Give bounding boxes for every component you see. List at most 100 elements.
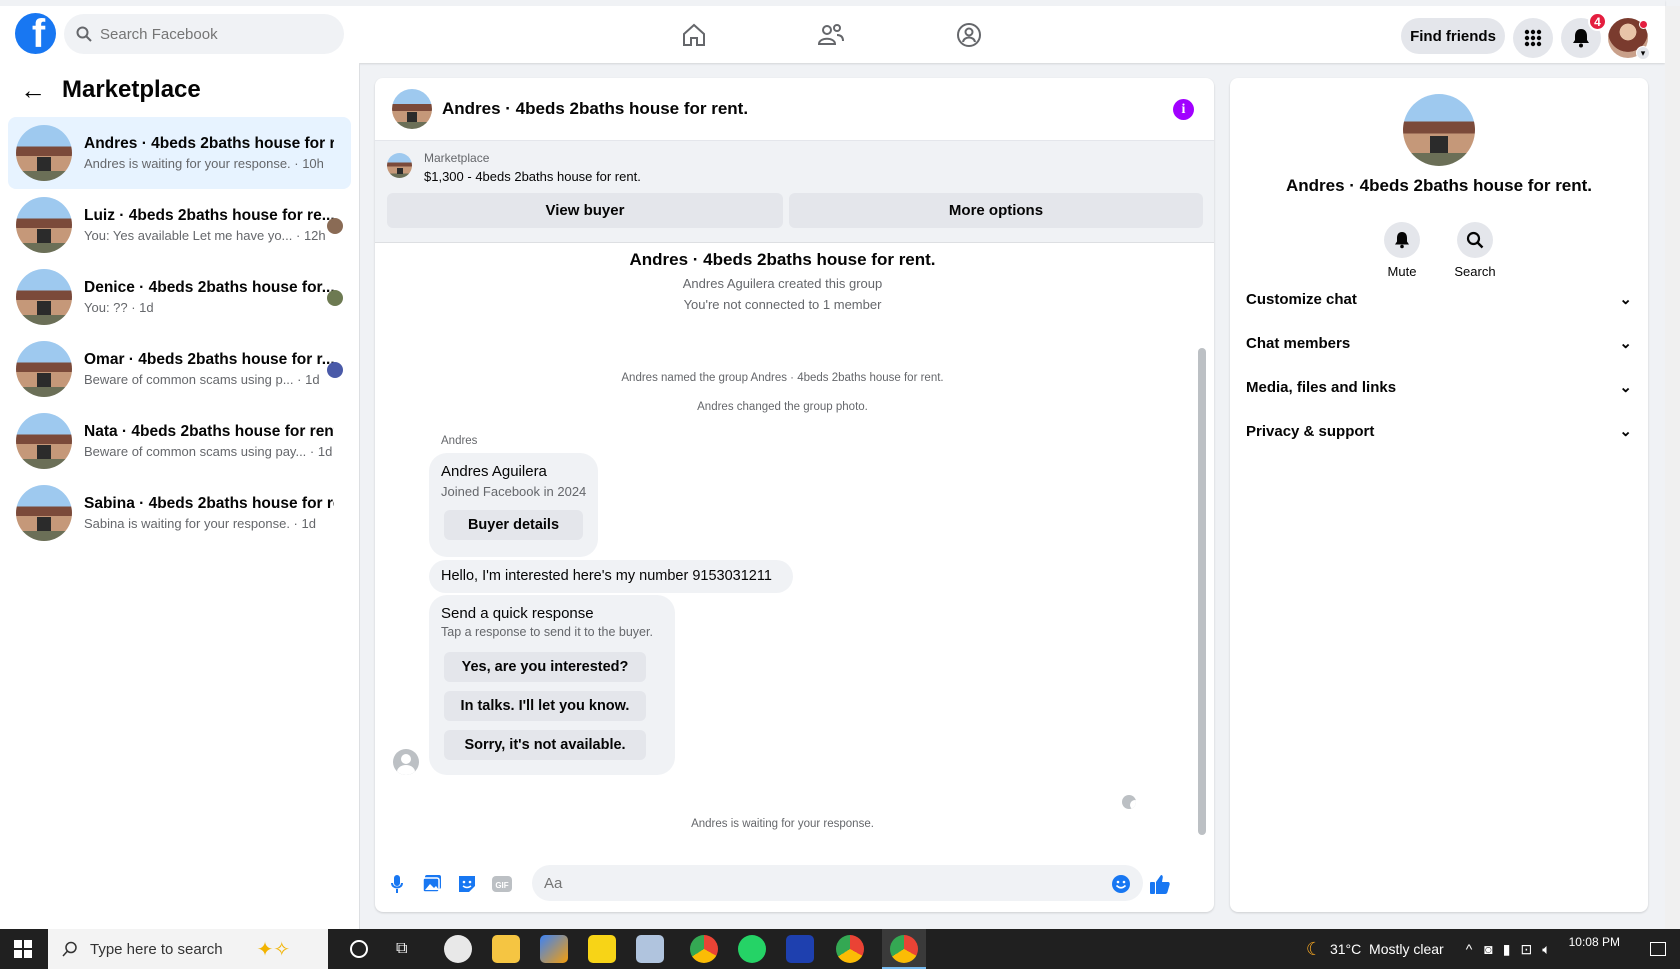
whatsapp-icon[interactable] <box>738 935 766 963</box>
conversation-details-panel: Andres · 4beds 2baths house for rent. Mu… <box>1230 78 1648 912</box>
group-created-note: Andres Aguilera created this group <box>682 276 883 291</box>
chat-members-row[interactable]: Chat members ⌄ <box>1246 323 1632 363</box>
facebook-logo[interactable]: f <box>15 13 56 54</box>
listing-thumbnail <box>16 485 72 541</box>
clock[interactable]: 10:08 PM <box>1569 935 1620 949</box>
chat-scrollbar[interactable] <box>1198 348 1206 835</box>
sender-name: Andres <box>441 435 478 447</box>
chevron-down-icon: ⌄ <box>1619 423 1632 440</box>
windows-taskbar: Type here to search ✦✧ ⧉ ☾ 31°C Mostly c… <box>0 929 1680 969</box>
quick-response-card: Send a quick response Tap a response to … <box>429 595 675 775</box>
media-files-links-row[interactable]: Media, files and links ⌄ <box>1246 367 1632 407</box>
chat-title[interactable]: Andres · 4beds 2baths house for rent. <box>442 99 748 119</box>
page-scrollbar[interactable] <box>1665 6 1680 929</box>
listing-thumbnail <box>16 197 72 253</box>
status-dot <box>1639 20 1648 29</box>
buyer-joined: Joined Facebook in 2024 <box>441 484 587 499</box>
privacy-support-row[interactable]: Privacy & support ⌄ <box>1246 411 1632 451</box>
read-receipt-avatar <box>327 218 343 234</box>
conversation-preview: Beware of common scams using p... · 1d <box>84 372 320 387</box>
row-label: Media, files and links <box>1246 378 1397 396</box>
cortana-icon[interactable] <box>350 940 368 958</box>
volume-icon[interactable]: 🔈︎ <box>1542 941 1550 958</box>
active-app-slot[interactable] <box>882 929 926 969</box>
menu-grid-button[interactable] <box>1513 18 1553 58</box>
details-title: Andres · 4beds 2baths house for rent. <box>1285 176 1593 195</box>
sticker-icon[interactable] <box>456 873 478 895</box>
message-input[interactable] <box>532 865 1143 901</box>
listing-thumbnail <box>16 125 72 181</box>
friends-icon[interactable] <box>816 20 846 50</box>
more-options-button[interactable]: More options <box>789 193 1203 228</box>
notifications-button[interactable]: 4 <box>1561 12 1607 58</box>
conversation-item[interactable]: Andres · 4beds 2baths house for r... Andr… <box>8 117 351 189</box>
weather-text[interactable]: 31°C Mostly clear <box>1330 941 1444 957</box>
marketplace-sidebar: ← Marketplace Andres · 4beds 2baths hous… <box>0 63 360 929</box>
view-buyer-button[interactable]: View buyer <box>387 193 783 228</box>
conversation-preview: Sabina is waiting for your response. · 1… <box>84 516 316 531</box>
home-icon[interactable] <box>679 20 709 50</box>
quick-reply-button[interactable]: Yes, are you interested? <box>444 652 646 682</box>
sticky-notes-icon[interactable] <box>588 935 616 963</box>
mute-label: Mute <box>1387 264 1417 279</box>
conversation-preview: You: ?? · 1d <box>84 300 154 315</box>
app-icon[interactable] <box>540 935 568 963</box>
emoji-icon[interactable] <box>1110 873 1132 895</box>
facebook-search-input[interactable] <box>100 25 320 43</box>
chrome-icon[interactable] <box>836 935 864 963</box>
mute-action[interactable]: Mute <box>1367 222 1437 279</box>
top-navigation-bar: f Find friends 4 ▾ <box>0 0 1665 63</box>
conversation-item[interactable]: Omar · 4beds 2baths house for r... Beware… <box>8 333 351 405</box>
conversation-title: Andres · 4beds 2baths house for r... <box>84 135 334 152</box>
chevron-down-icon: ⌄ <box>1619 379 1632 396</box>
chrome-icon[interactable] <box>690 935 718 963</box>
quick-response-title: Send a quick response <box>441 605 594 622</box>
find-friends-button[interactable]: Find friends <box>1401 18 1505 54</box>
app-icon[interactable] <box>786 935 814 963</box>
quick-reply-button[interactable]: Sorry, it's not available. <box>444 730 646 760</box>
row-label: Chat members <box>1246 334 1351 352</box>
conversation-item[interactable]: Nata · 4beds 2baths house for rent. Bewar… <box>8 405 351 477</box>
gif-icon[interactable]: GIF <box>491 873 513 895</box>
chat-header: Andres · 4beds 2baths house for rent. i <box>375 78 1214 141</box>
chevron-up-icon[interactable]: ^ <box>1466 941 1473 957</box>
customize-chat-row[interactable]: Customize chat ⌄ <box>1246 279 1632 319</box>
task-view-icon[interactable]: ⧉ <box>396 940 407 958</box>
message-bubble[interactable]: Hello, I'm interested here's my number 9… <box>429 560 793 593</box>
conversation-title: Luiz · 4beds 2baths house for re... <box>84 207 334 224</box>
info-icon[interactable]: i <box>1173 99 1194 120</box>
network-icon[interactable]: ⊡ <box>1520 941 1532 958</box>
buyer-details-button[interactable]: Buyer details <box>444 510 583 540</box>
groups-icon[interactable] <box>954 20 984 50</box>
conversation-item[interactable]: Luiz · 4beds 2baths house for re... You: … <box>8 189 351 261</box>
group-photo[interactable] <box>1403 94 1475 166</box>
app-icon[interactable] <box>444 935 472 963</box>
back-arrow-icon[interactable]: ← <box>20 75 46 106</box>
notification-center-icon[interactable] <box>1650 942 1666 956</box>
sidebar-title: Marketplace <box>62 76 201 103</box>
app-icon[interactable] <box>636 935 664 963</box>
conversation-item[interactable]: Denice · 4beds 2baths house for... You: ?… <box>8 261 351 333</box>
listing-price[interactable]: $1,300 - 4beds 2baths house for rent. <box>424 169 641 184</box>
taskbar-search-box[interactable]: Type here to search ✦✧ <box>48 929 328 969</box>
facebook-search-box[interactable] <box>64 14 344 54</box>
search-action[interactable]: Search <box>1440 222 1510 279</box>
listing-thumbnail <box>387 153 412 178</box>
conversation-preview: Andres is waiting for your response. · 1… <box>84 156 324 171</box>
windows-start-icon[interactable] <box>14 940 32 963</box>
sender-avatar[interactable] <box>393 749 419 775</box>
profile-avatar[interactable]: ▾ <box>1608 18 1650 60</box>
chat-avatar[interactable] <box>392 89 432 129</box>
photo-icon[interactable] <box>421 873 443 895</box>
sparkle-icon: ✦✧ <box>256 938 291 961</box>
microphone-icon[interactable] <box>386 873 408 895</box>
group-named-note: Andres named the group Andres · 4beds 2b… <box>621 372 944 384</box>
not-connected-note: You're not connected to 1 member <box>683 297 882 312</box>
like-thumbs-up-icon[interactable] <box>1149 873 1171 895</box>
listing-thumbnail <box>16 269 72 325</box>
quick-reply-button[interactable]: In talks. I'll let you know. <box>444 691 646 721</box>
conversation-item[interactable]: Sabina · 4beds 2baths house for re... Sab… <box>8 477 351 549</box>
file-explorer-icon[interactable] <box>492 935 520 963</box>
message-list: Andres · 4beds 2baths house for rent. An… <box>375 244 1214 835</box>
bell-icon <box>1395 232 1409 249</box>
